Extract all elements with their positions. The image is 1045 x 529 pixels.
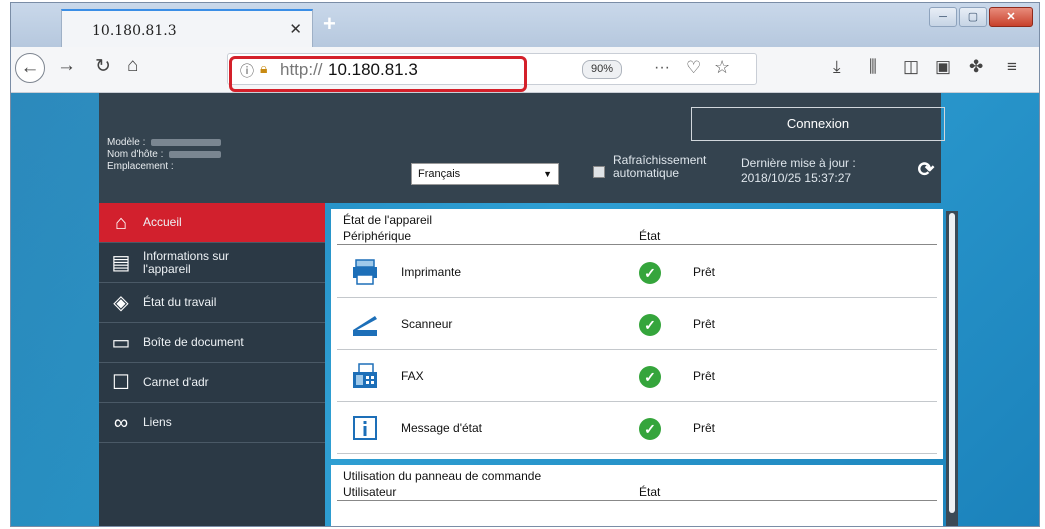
forward-button[interactable]: → bbox=[57, 55, 76, 77]
model-info: Modèle : bbox=[107, 137, 222, 149]
sidebar-nav: ⌂ Accueil ▤ Informations sur l'appareil ◈… bbox=[99, 203, 325, 526]
page-actions-menu[interactable]: ··· bbox=[654, 59, 670, 77]
sidebar-item-document-box[interactable]: ▭ Boîte de document bbox=[99, 323, 325, 363]
device-status: Prêt bbox=[693, 265, 716, 279]
tab-title: 10.180.81.3 bbox=[92, 23, 177, 39]
pocket-icon[interactable]: ♡ bbox=[686, 58, 701, 78]
column-header-user: Utilisateur bbox=[343, 485, 397, 499]
content-scrollbar[interactable] bbox=[946, 211, 958, 526]
header-divider bbox=[337, 500, 937, 501]
page-background-decoration bbox=[11, 93, 101, 526]
device-status: Prêt bbox=[693, 317, 716, 331]
device-name: Message d'état bbox=[401, 421, 483, 435]
sidebar-item-label: Accueil bbox=[143, 215, 182, 229]
panel-usage-panel: Utilisation du panneau de commande Utili… bbox=[331, 465, 943, 526]
sidebar-item-address-book[interactable]: ☐ Carnet d'adr bbox=[99, 363, 325, 403]
addon-icon[interactable]: ✤ bbox=[969, 57, 983, 77]
scanner-icon bbox=[353, 316, 377, 336]
sidebar-item-label: État du travail bbox=[143, 295, 217, 309]
table-row[interactable]: Scanneur ✓ Prêt bbox=[337, 298, 937, 350]
check-icon: ✓ bbox=[639, 366, 661, 388]
location-info: Emplacement : bbox=[107, 161, 174, 172]
sidebar-item-links[interactable]: ∞ Liens bbox=[99, 403, 325, 443]
auto-refresh-checkbox[interactable] bbox=[593, 166, 605, 178]
hamburger-menu-icon[interactable]: ≡ bbox=[1007, 57, 1017, 77]
window-controls: ─ ▢ ✕ bbox=[929, 7, 1033, 27]
downloads-icon[interactable]: ⤓ bbox=[833, 57, 841, 77]
table-row[interactable]: Message d'état ✓ Prêt bbox=[337, 402, 937, 454]
device-name: FAX bbox=[401, 369, 424, 383]
hostname-info: Nom d'hôte : bbox=[107, 149, 222, 161]
panel-title: État de l'appareil bbox=[343, 213, 433, 227]
device-name: Scanneur bbox=[401, 317, 453, 331]
column-header-status: État bbox=[639, 485, 661, 499]
home-button[interactable]: ⌂ bbox=[127, 55, 138, 77]
device-status: Prêt bbox=[693, 369, 716, 383]
sidebar-item-label: Liens bbox=[143, 415, 172, 429]
fax-icon bbox=[353, 363, 377, 388]
device-info-icon: ▤ bbox=[111, 252, 131, 274]
address-book-icon: ☐ bbox=[112, 372, 130, 394]
sidebar-toggle-icon[interactable]: ◫ bbox=[903, 57, 919, 77]
column-header-status: État bbox=[639, 229, 661, 243]
reload-button[interactable]: ↻ bbox=[95, 55, 111, 78]
panel-title: Utilisation du panneau de commande bbox=[343, 469, 542, 483]
zoom-level-badge[interactable]: 90% bbox=[582, 60, 622, 79]
sidebar-item-label: Boîte de document bbox=[143, 335, 244, 349]
minimize-button[interactable]: ─ bbox=[929, 7, 957, 27]
info-icon bbox=[353, 416, 377, 440]
tab-close-icon[interactable]: ✕ bbox=[289, 20, 302, 38]
sidebar-item-job-status[interactable]: ◈ État du travail bbox=[99, 283, 325, 323]
dropdown-arrow-icon: ▼ bbox=[543, 169, 552, 179]
table-row[interactable]: FAX ✓ Prêt bbox=[337, 350, 937, 402]
table-row[interactable]: Imprimante ✓ Prêt bbox=[337, 246, 937, 298]
links-icon: ∞ bbox=[113, 412, 129, 434]
sidebar-item-label: Carnet d'adr bbox=[143, 375, 209, 389]
maximize-button[interactable]: ▢ bbox=[959, 7, 987, 27]
title-bar: 10.180.81.3 ✕ + ─ ▢ ✕ bbox=[11, 3, 1039, 47]
job-status-icon: ◈ bbox=[113, 292, 129, 314]
library-icon[interactable]: ⫼ bbox=[869, 57, 877, 77]
close-window-button[interactable]: ✕ bbox=[989, 7, 1033, 27]
refresh-icon[interactable]: ⟳ bbox=[914, 158, 938, 182]
scrollbar-thumb[interactable] bbox=[949, 213, 955, 513]
login-button[interactable]: Connexion bbox=[691, 107, 945, 141]
new-tab-button[interactable]: + bbox=[323, 11, 336, 37]
language-select[interactable]: Français ▼ bbox=[411, 163, 559, 185]
sidebar-item-home[interactable]: ⌂ Accueil bbox=[99, 203, 325, 243]
device-status-panel: État de l'appareil Périphérique État Imp… bbox=[331, 209, 943, 459]
device-name: Imprimante bbox=[401, 265, 462, 279]
check-icon: ✓ bbox=[639, 314, 661, 336]
printer-icon bbox=[353, 259, 377, 285]
page-header: Modèle : Nom d'hôte : Emplacement : Fran… bbox=[99, 93, 945, 203]
web-page: Modèle : Nom d'hôte : Emplacement : Fran… bbox=[11, 93, 1039, 526]
browser-tab[interactable]: 10.180.81.3 ✕ bbox=[61, 9, 313, 47]
home-icon: ⌂ bbox=[114, 212, 128, 234]
sidebar-item-device-info[interactable]: ▤ Informations sur l'appareil bbox=[99, 243, 325, 283]
check-icon: ✓ bbox=[639, 262, 661, 284]
browser-window: 10.180.81.3 ✕ + ─ ▢ ✕ ← → ↻ ⌂ ⓘ 🔒︎ http:… bbox=[10, 2, 1040, 527]
column-header-device: Périphérique bbox=[343, 229, 412, 243]
device-status: Prêt bbox=[693, 421, 716, 435]
header-divider bbox=[337, 244, 937, 245]
document-box-icon: ▭ bbox=[111, 332, 131, 354]
extension-icon[interactable]: ▣ bbox=[935, 57, 951, 77]
bookmark-star-icon[interactable]: ☆ bbox=[714, 57, 730, 78]
check-icon: ✓ bbox=[639, 418, 661, 440]
main-content: État de l'appareil Périphérique État Imp… bbox=[331, 209, 953, 526]
sidebar-item-label: Informations sur l'appareil bbox=[143, 249, 230, 276]
auto-refresh-label: Rafraîchissement automatique bbox=[613, 153, 707, 180]
back-button[interactable]: ← bbox=[15, 53, 45, 83]
url-highlight-annotation bbox=[229, 56, 527, 92]
last-update-info: Dernière mise à jour : 2018/10/25 15:37:… bbox=[741, 156, 856, 185]
